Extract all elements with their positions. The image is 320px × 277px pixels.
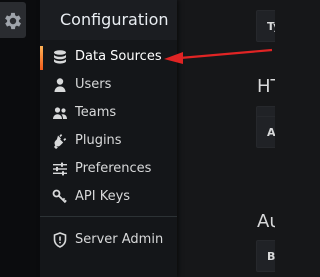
menu-item-label: Teams [75, 105, 117, 120]
menu-item-teams[interactable]: Teams [40, 100, 177, 126]
active-indicator [40, 46, 43, 70]
menu-item-plugins[interactable]: Plugins [40, 128, 177, 154]
menu-divider [40, 216, 177, 217]
menu-item-label: Preferences [75, 161, 152, 176]
database-icon [54, 50, 66, 64]
screenshot-frame: Ty HT U A Au B Configuration [0, 0, 275, 277]
field-basic-auth[interactable]: B [256, 240, 275, 272]
plug-icon [54, 134, 67, 149]
menu-item-users[interactable]: Users [40, 72, 177, 98]
shield-icon [53, 232, 67, 248]
sliders-icon [53, 162, 67, 176]
menu-item-label: Server Admin [75, 232, 164, 247]
dropdown-title: Configuration [60, 10, 169, 29]
field-access-label: A [267, 126, 275, 139]
field-basic-auth-label: B [267, 250, 275, 263]
menu-item-label: Plugins [75, 133, 122, 148]
menu-item-preferences[interactable]: Preferences [40, 156, 177, 182]
menu-item-data-sources[interactable]: Data Sources [40, 44, 177, 70]
configuration-menu-button[interactable] [0, 2, 26, 38]
menu-item-label: Data Sources [75, 49, 162, 64]
menu-item-label: API Keys [75, 189, 131, 204]
menu-item-api-keys[interactable]: API Keys [40, 184, 177, 210]
users-icon [53, 107, 67, 119]
key-icon [52, 189, 67, 204]
dropdown-header: Configuration [40, 0, 177, 40]
section-heading-auth: Au [257, 211, 275, 232]
configuration-dropdown: Configuration Data Sources Users Teams P… [40, 0, 177, 277]
section-heading-http: HT [257, 76, 275, 97]
menu-item-label: Users [75, 77, 112, 92]
side-menu [0, 0, 40, 277]
user-icon [54, 78, 66, 92]
gear-icon [5, 12, 21, 30]
menu-item-server-admin[interactable]: Server Admin [40, 227, 177, 253]
field-type[interactable]: Ty [256, 10, 275, 42]
field-access[interactable]: A [256, 116, 275, 148]
field-type-label: Ty [267, 20, 275, 33]
